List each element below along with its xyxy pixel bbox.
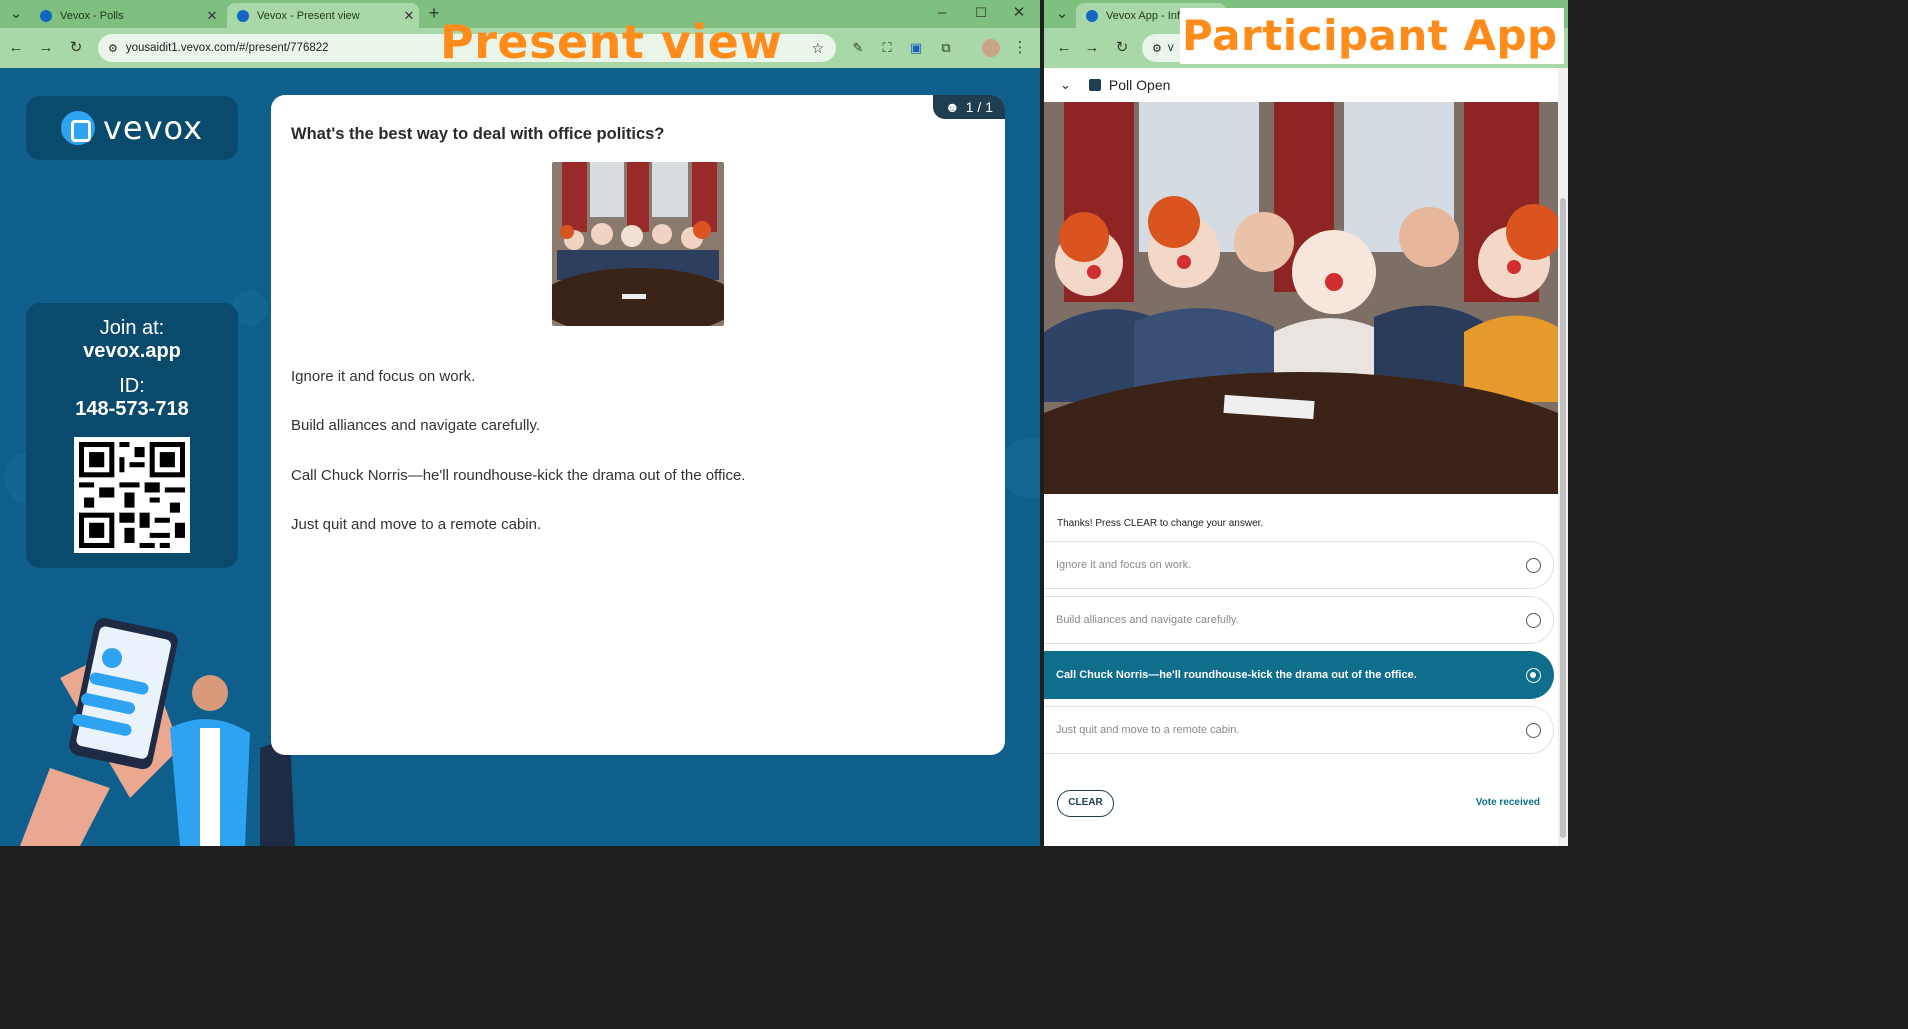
scrollbar[interactable] xyxy=(1558,68,1568,846)
close-tab-icon[interactable]: ✕ xyxy=(202,8,222,24)
tab-polls[interactable]: Vevox - Polls ✕ xyxy=(30,3,222,28)
counter-text: 1 / 1 xyxy=(965,99,993,115)
reload-icon[interactable]: ↻ xyxy=(66,38,86,58)
site-info-icon[interactable]: ⚙ xyxy=(1152,42,1162,55)
tab-present-view[interactable]: Vevox - Present view ✕ xyxy=(227,3,419,28)
answer-option-4[interactable]: Just quit and move to a remote cabin. xyxy=(1044,706,1554,754)
clear-button[interactable]: CLEAR xyxy=(1057,790,1114,817)
question-card: ☻ 1 / 1 What's the best way to deal with… xyxy=(271,95,1005,755)
vote-received-status: Vote received xyxy=(1475,797,1540,808)
maximize-icon[interactable]: ☐ xyxy=(971,3,991,23)
radio-button[interactable] xyxy=(1526,612,1541,628)
question-title: What's the best way to deal with office … xyxy=(291,125,665,143)
poll-chart-icon xyxy=(1088,79,1101,91)
answer-option-label: Ignore it and focus on work. xyxy=(1056,559,1192,571)
present-view-window: ⌄ Vevox - Polls ✕ Vevox - Present view ✕… xyxy=(0,0,1040,846)
close-tab-icon[interactable]: ✕ xyxy=(399,8,419,24)
session-id: 148-573-718 xyxy=(75,398,189,420)
present-option-4: Just quit and move to a remote cabin. xyxy=(291,516,542,533)
radio-button-checked[interactable] xyxy=(1526,667,1541,683)
question-image xyxy=(552,162,724,326)
url-text: v xyxy=(1167,42,1174,54)
poll-status: Poll Open xyxy=(1108,77,1171,93)
participant-answer-panel: Thanks! Press CLEAR to change your answe… xyxy=(1044,494,1558,846)
vevox-logo: vevox xyxy=(26,96,238,160)
forward-icon[interactable]: → xyxy=(36,38,56,58)
vevox-favicon-icon xyxy=(237,9,249,22)
url-text: yousaidit1.vevox.com/#/present/776822 xyxy=(125,42,329,54)
close-window-icon[interactable]: ✕ xyxy=(1009,3,1029,23)
answer-option-label: Just quit and move to a remote cabin. xyxy=(1056,724,1240,736)
scrollbar-thumb[interactable] xyxy=(1560,198,1566,838)
present-option-3: Call Chuck Norris—he'll roundhouse-kick … xyxy=(291,467,746,484)
qr-code xyxy=(74,437,190,553)
present-option-1: Ignore it and focus on work. xyxy=(291,368,476,385)
id-label: ID: xyxy=(119,375,145,397)
people-with-phones-illustration xyxy=(20,618,295,846)
reload-icon[interactable]: ↻ xyxy=(1112,38,1132,58)
participants-icon: ☻ xyxy=(945,99,960,115)
tab-search-icon[interactable]: ⌄ xyxy=(1052,4,1072,24)
menu-kebab-icon[interactable]: ⋮ xyxy=(1010,38,1030,58)
save-icon[interactable]: ▣ xyxy=(906,38,926,58)
vevox-logo-icon xyxy=(60,111,95,145)
tab-title: Vevox - Present view xyxy=(257,9,360,22)
join-info-panel: Join at: vevox.app ID: 148-573-718 xyxy=(26,303,238,568)
minimize-icon[interactable]: – xyxy=(932,3,952,23)
logo-text: vevox xyxy=(102,109,204,147)
present-option-2: Build alliances and navigate carefully. xyxy=(291,417,541,434)
bookmark-star-icon[interactable]: ☆ xyxy=(811,40,824,57)
radio-button[interactable] xyxy=(1526,722,1541,738)
question-counter: ☻ 1 / 1 xyxy=(933,95,1005,119)
vevox-favicon-icon xyxy=(40,9,52,22)
answer-option-2[interactable]: Build alliances and navigate carefully. xyxy=(1044,596,1554,644)
vevox-favicon-icon xyxy=(1086,9,1098,22)
pen-icon[interactable]: ✎ xyxy=(848,38,868,58)
screenshot-icon[interactable]: ⛶ xyxy=(877,38,897,58)
poll-header: ⌄ Poll Open xyxy=(1044,68,1558,102)
answer-option-3-selected[interactable]: Call Chuck Norris—he'll roundhouse-kick … xyxy=(1044,651,1554,699)
back-icon[interactable]: ← xyxy=(1054,38,1074,58)
tab-search-icon[interactable]: ⌄ xyxy=(6,4,26,24)
chevron-down-icon[interactable]: ⌄ xyxy=(1060,77,1071,93)
answer-option-label: Call Chuck Norris—he'll roundhouse-kick … xyxy=(1056,669,1417,681)
thanks-message: Thanks! Press CLEAR to change your answe… xyxy=(1057,518,1264,529)
extensions-icon[interactable]: ⧉ xyxy=(936,38,956,58)
answer-option-1[interactable]: Ignore it and focus on work. xyxy=(1044,541,1554,589)
participant-app-overlay-label: Participant App xyxy=(1182,11,1558,60)
forward-icon[interactable]: → xyxy=(1082,38,1102,58)
participant-app-window: ⌄ Vevox App - Info ← → ↻ ⚙ v Participant… xyxy=(1044,0,1568,846)
present-view-overlay-label: Present view xyxy=(440,15,783,69)
tab-title: Vevox - Polls xyxy=(60,9,124,22)
join-at-label: Join at: xyxy=(99,317,165,339)
profile-avatar[interactable] xyxy=(982,39,1000,57)
join-url: vevox.app xyxy=(83,340,181,362)
present-stage: vevox Join at: vevox.app ID: 148-573-718 xyxy=(0,68,1040,846)
radio-button[interactable] xyxy=(1526,557,1541,573)
poll-image xyxy=(1044,102,1558,494)
back-icon[interactable]: ← xyxy=(6,38,26,58)
answer-option-label: Build alliances and navigate carefully. xyxy=(1056,614,1239,626)
site-info-icon[interactable]: ⚙ xyxy=(108,42,118,55)
